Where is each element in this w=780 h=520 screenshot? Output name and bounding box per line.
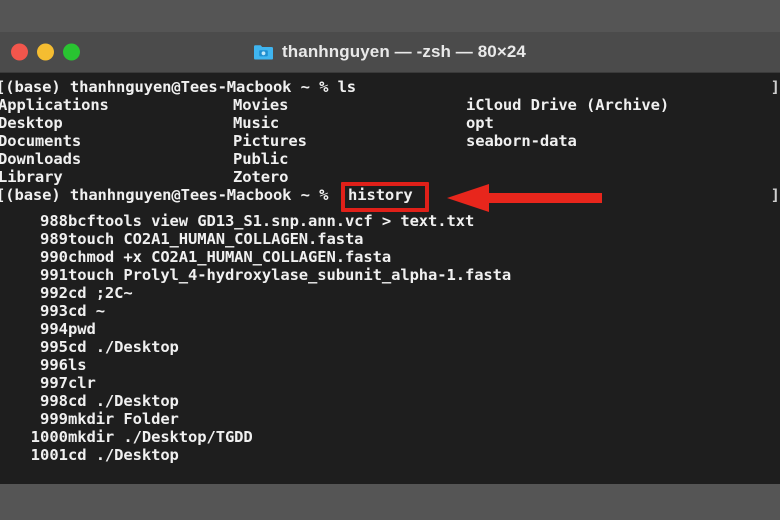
- history-index: 988: [40, 212, 68, 230]
- ls-item-pictures: Pictures: [233, 132, 307, 150]
- history-command: touch CO2A1_HUMAN_COLLAGEN.fasta: [68, 230, 364, 248]
- history-command: cd ;2C~: [68, 284, 133, 302]
- history-command: ls: [68, 356, 87, 374]
- window-title-group: thanhnguyen — -zsh — 80×24: [254, 42, 526, 62]
- ls-item-icloud-drive-archive: iCloud Drive (Archive): [466, 96, 670, 114]
- history-command: pwd: [68, 320, 96, 338]
- history-index: 1001: [30, 446, 68, 464]
- folder-icon: [254, 44, 274, 60]
- window-title-text: thanhnguyen — -zsh — 80×24: [282, 42, 526, 61]
- history-index: 993: [40, 302, 68, 320]
- history-command: clr: [68, 374, 96, 392]
- history-index: 996: [40, 356, 68, 374]
- ls-item-public: Public: [233, 150, 289, 168]
- history-command: cd ./Desktop: [68, 446, 179, 464]
- terminal-body[interactable]: [(base) thanhnguyen@Tees-Macbook ~ % ls …: [0, 73, 780, 484]
- screenshot-root: thanhnguyen — -zsh — 80×24 [(base) thanh…: [0, 0, 780, 520]
- history-index: 991: [40, 266, 68, 284]
- prompt-line-history-prefix: [(base) thanhnguyen@Tees-Macbook ~ %: [0, 186, 338, 204]
- minimize-window-button[interactable]: [37, 43, 54, 61]
- history-highlight-box: [341, 182, 429, 212]
- traffic-light-group: [11, 43, 80, 61]
- prompt-line-ls: [(base) thanhnguyen@Tees-Macbook ~ % ls: [0, 78, 357, 96]
- ls-item-music: Music: [233, 114, 280, 132]
- history-index: 995: [40, 338, 68, 356]
- history-command: mkdir ./Desktop/TGDD: [68, 428, 253, 446]
- callout-arrow-icon: [447, 184, 602, 212]
- history-command: touch Prolyl_4-hydroxylase_subunit_alpha…: [68, 266, 512, 284]
- history-index: 990: [40, 248, 68, 266]
- ls-item-documents: Documents: [0, 132, 82, 150]
- ls-item-movies: Movies: [233, 96, 289, 114]
- history-command: cd ./Desktop: [68, 338, 179, 356]
- ls-item-opt: opt: [466, 114, 494, 132]
- history-index: 989: [40, 230, 68, 248]
- history-command: chmod +x CO2A1_HUMAN_COLLAGEN.fasta: [68, 248, 392, 266]
- ls-item-applications: Applications: [0, 96, 109, 114]
- history-command: cd ./Desktop: [68, 392, 179, 410]
- history-index: 994: [40, 320, 68, 338]
- line-wrap-marker-top: ]: [770, 78, 780, 96]
- close-window-button[interactable]: [11, 43, 28, 61]
- terminal-window: thanhnguyen — -zsh — 80×24 [(base) thanh…: [0, 32, 780, 484]
- ls-item-library: Library: [0, 168, 63, 186]
- history-index: 998: [40, 392, 68, 410]
- ls-item-desktop: Desktop: [0, 114, 63, 132]
- history-command: bcftools view GD13_S1.snp.ann.vcf > text…: [68, 212, 475, 230]
- history-index: 1000: [30, 428, 68, 446]
- line-wrap-marker-bottom: ]: [770, 186, 780, 204]
- window-titlebar: thanhnguyen — -zsh — 80×24: [0, 32, 780, 73]
- ls-item-downloads: Downloads: [0, 150, 82, 168]
- history-command: mkdir Folder: [68, 410, 179, 428]
- ls-item-zotero: Zotero: [233, 168, 289, 186]
- history-index: 992: [40, 284, 68, 302]
- history-index: 999: [40, 410, 68, 428]
- history-command: cd ~: [68, 302, 105, 320]
- ls-item-seaborn-data: seaborn-data: [466, 132, 577, 150]
- history-index: 997: [40, 374, 68, 392]
- maximize-window-button[interactable]: [63, 43, 80, 61]
